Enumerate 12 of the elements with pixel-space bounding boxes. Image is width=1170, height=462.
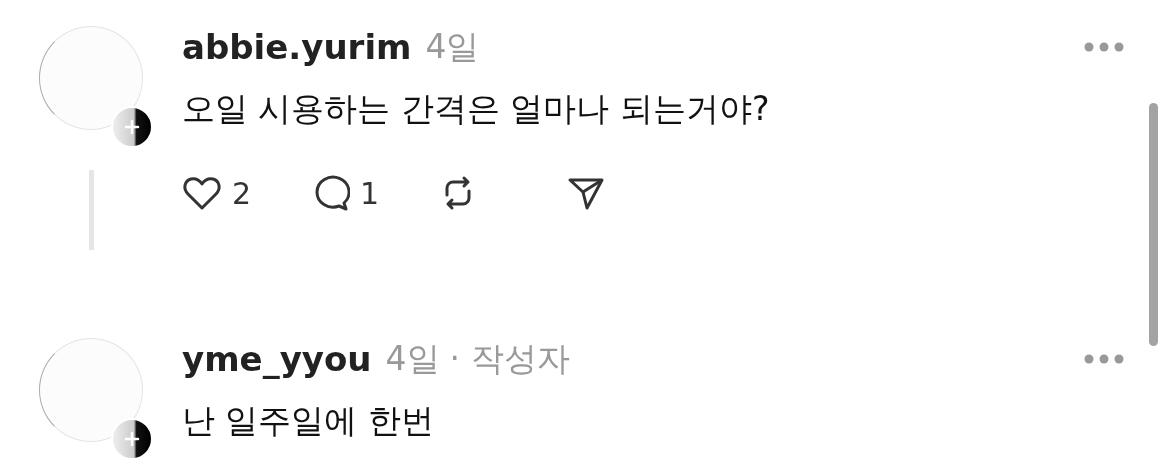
count: 2	[232, 175, 252, 211]
plus-icon	[122, 429, 142, 449]
count: 1	[360, 175, 380, 211]
timestamp: 4일	[425, 25, 480, 68]
username[interactable]: yme_yyou	[182, 339, 372, 379]
plus-icon	[122, 117, 142, 137]
timestamp: 4일	[385, 337, 440, 380]
username[interactable]: abbie.yurim	[182, 27, 412, 67]
comment-text: 오일 시용하는 간격은 얼마나 되는거야?	[182, 88, 771, 130]
scrollbar[interactable]	[1149, 103, 1158, 346]
comment-text: 난 일주일에 한번	[182, 400, 435, 442]
author-label: · 작성자	[449, 337, 570, 380]
